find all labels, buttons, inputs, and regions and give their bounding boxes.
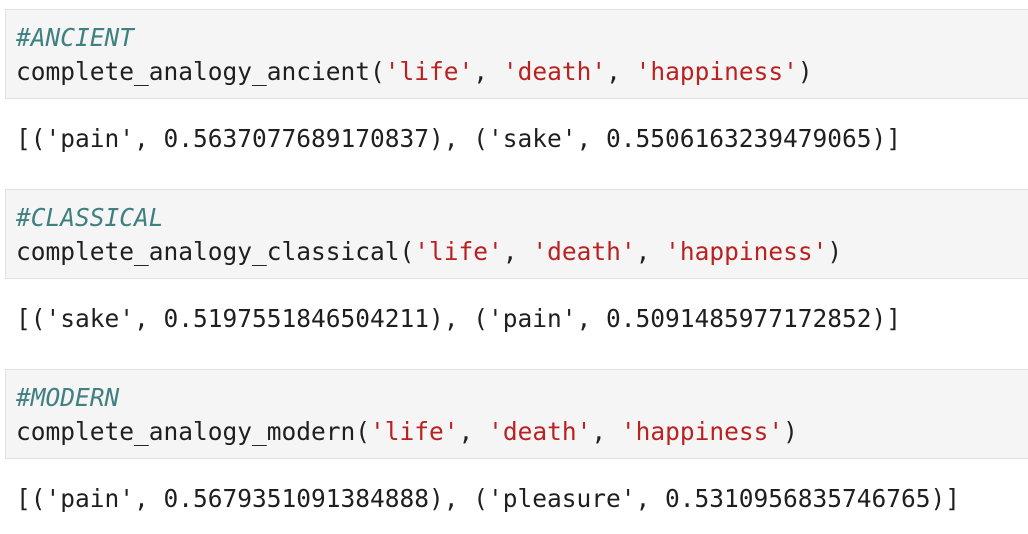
- open-paren: (: [355, 417, 371, 446]
- code-cell-ancient[interactable]: #ANCIENT complete_analogy_ancient('life'…: [5, 9, 1028, 99]
- string-arg: 'happiness': [620, 417, 784, 446]
- string-arg: 'happiness': [665, 237, 828, 266]
- code-comment: #MODERN: [16, 383, 120, 412]
- string-arg: 'life': [414, 237, 503, 266]
- close-paren: ): [827, 237, 843, 266]
- close-paren: ): [783, 417, 798, 446]
- function-name: complete_analogy_modern: [16, 417, 356, 446]
- close-paren: ): [797, 57, 813, 86]
- string-arg: 'death': [502, 57, 607, 86]
- code-cell-modern[interactable]: #MODERN complete_analogy_modern('life', …: [5, 369, 1028, 459]
- code-call: complete_analogy_ancient('life', 'death'…: [16, 55, 813, 89]
- string-arg: 'happiness': [635, 57, 798, 86]
- function-name: complete_analogy_ancient: [16, 57, 371, 86]
- string-arg: 'life': [384, 57, 474, 86]
- cell-output-modern: [('pain', 0.5679351091384888), ('pleasur…: [16, 484, 961, 513]
- open-paren: (: [370, 57, 385, 86]
- string-arg: 'death': [532, 237, 636, 266]
- cell-output-classical: [('sake', 0.5197551846504211), ('pain', …: [16, 304, 902, 333]
- open-paren: (: [399, 237, 415, 266]
- string-arg: 'life': [370, 417, 459, 446]
- arg-separator: ,: [606, 57, 636, 86]
- arg-separator: ,: [591, 417, 621, 446]
- arg-separator: ,: [473, 57, 503, 86]
- code-comment: #ANCIENT: [16, 23, 135, 52]
- string-arg: 'death': [488, 417, 592, 446]
- arg-separator: ,: [502, 237, 533, 266]
- code-cell-classical[interactable]: #CLASSICAL complete_analogy_classical('l…: [5, 189, 1028, 279]
- arg-separator: ,: [458, 417, 489, 446]
- cell-output-ancient: [('pain', 0.5637077689170837), ('sake', …: [16, 124, 902, 153]
- code-call: complete_analogy_classical('life', 'deat…: [16, 235, 842, 269]
- code-comment: #CLASSICAL: [16, 203, 164, 232]
- function-name: complete_analogy_classical: [16, 237, 400, 266]
- code-call: complete_analogy_modern('life', 'death',…: [16, 415, 798, 449]
- arg-separator: ,: [635, 237, 666, 266]
